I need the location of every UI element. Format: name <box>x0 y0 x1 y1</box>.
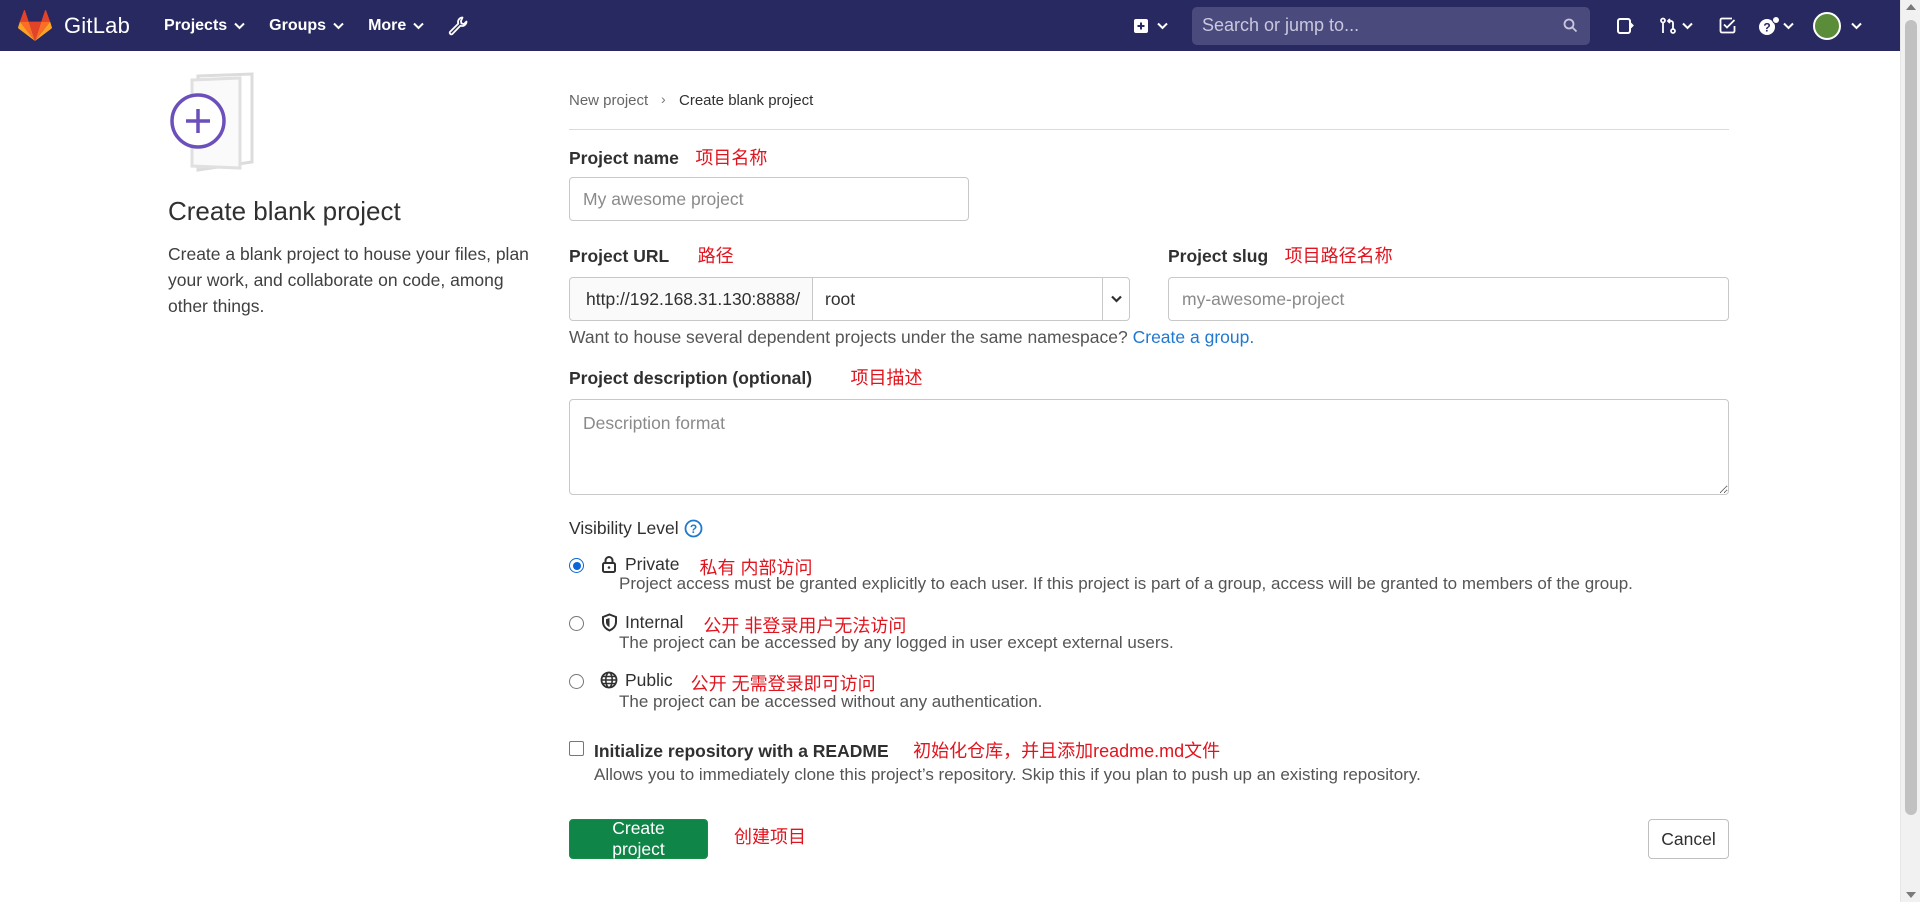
create-project-button[interactable]: Create project <box>569 818 708 859</box>
merge-request-icon <box>1660 17 1676 34</box>
nav-more-dropdown[interactable]: More <box>356 0 436 51</box>
initialize-readme-description: Allows you to immediately clone this pro… <box>594 765 1421 784</box>
chevron-down-icon <box>1110 295 1122 303</box>
project-slug-input[interactable] <box>1168 277 1729 321</box>
global-search[interactable] <box>1192 6 1590 45</box>
nav-projects-label: Projects <box>164 16 228 34</box>
help-circle-icon[interactable]: ? <box>684 519 703 538</box>
nav-groups-label: Groups <box>269 16 327 34</box>
scrollbar-thumb[interactable] <box>1905 20 1917 815</box>
nav-groups-dropdown[interactable]: Groups <box>257 0 356 51</box>
page-title: Create blank project <box>168 196 401 226</box>
visibility-level-group: Visibility Level ? <box>569 518 703 539</box>
user-menu-dropdown[interactable] <box>1802 0 1872 51</box>
breadcrumb-separator-icon: › <box>661 91 666 107</box>
project-name-input[interactable] <box>569 177 969 221</box>
breadcrumb-current: Create blank project <box>679 92 814 109</box>
chevron-down-icon <box>1850 22 1862 29</box>
namespace-select[interactable]: root <box>813 277 1103 321</box>
breadcrumb: New project › Create blank project <box>569 70 1729 130</box>
visibility-public-description: The project can be accessed without any … <box>619 692 1043 711</box>
project-slug-group: Project slug 项目路径名称 <box>1168 242 1393 268</box>
chevron-down-icon <box>413 22 425 29</box>
project-name-annotation: 项目名称 <box>695 148 768 168</box>
project-slug-annotation: 项目路径名称 <box>1284 246 1393 266</box>
search-input[interactable] <box>1202 15 1580 36</box>
svg-text:?: ? <box>689 522 696 536</box>
namespace-hint: Want to house several dependent projects… <box>569 327 1254 348</box>
issues-button[interactable] <box>1602 0 1648 51</box>
namespace-dropdown-toggle[interactable] <box>1102 277 1130 321</box>
namespace-hint-text: Want to house several dependent projects… <box>569 327 1128 347</box>
visibility-private-label: Private <box>625 554 680 574</box>
lock-icon <box>600 554 618 574</box>
todo-check-icon <box>1719 17 1735 34</box>
project-description-label: Project description (optional) <box>569 368 813 388</box>
blank-project-illustration-icon <box>168 70 272 174</box>
gitlab-logo[interactable]: GitLab <box>18 0 130 51</box>
svg-text:?: ? <box>1763 20 1770 34</box>
chevron-down-icon <box>1156 22 1168 29</box>
scroll-down-arrow-icon[interactable] <box>1906 892 1916 898</box>
visibility-level-label: Visibility Level <box>569 518 679 538</box>
nav-more-label: More <box>368 16 407 34</box>
project-slug-label: Project slug <box>1168 246 1269 266</box>
left-info-panel: Create blank project Create a blank proj… <box>168 70 538 319</box>
gitlab-tanuki-icon <box>18 9 52 41</box>
globe-icon <box>600 670 618 690</box>
scroll-up-arrow-icon[interactable] <box>1906 4 1916 10</box>
project-url-prefix: http://192.168.31.130:8888/ <box>569 277 813 321</box>
visibility-private-radio[interactable] <box>569 558 584 573</box>
page-description: Create a blank project to house your fil… <box>168 244 529 316</box>
initialize-readme-label[interactable]: Initialize repository with a README <box>594 741 889 762</box>
breadcrumb-new-project-link[interactable]: New project <box>569 92 648 109</box>
chevron-down-icon <box>333 22 344 29</box>
project-url-group: Project URL 路径 <box>569 242 734 268</box>
project-description-textarea[interactable] <box>569 399 1729 495</box>
search-icon <box>1563 18 1578 38</box>
chevron-down-icon <box>1783 22 1794 29</box>
chevron-down-icon <box>234 22 245 29</box>
visibility-internal-description: The project can be accessed by any logge… <box>619 633 1174 652</box>
create-project-annotation: 创建项目 <box>734 827 806 847</box>
initialize-readme-checkbox[interactable] <box>569 741 584 756</box>
project-url-label: Project URL <box>569 246 670 266</box>
page-scrollbar[interactable] <box>1900 0 1920 902</box>
help-dropdown[interactable]: ? <box>1750 0 1802 51</box>
project-description-annotation: 项目描述 <box>850 368 923 388</box>
nav-projects-dropdown[interactable]: Projects <box>152 0 257 51</box>
avatar <box>1812 11 1841 40</box>
wrench-icon <box>449 16 468 35</box>
admin-wrench-button[interactable] <box>444 12 472 40</box>
plus-square-icon <box>1133 18 1148 33</box>
initialize-readme-group: Initialize repository with a README 初始化仓… <box>594 737 1220 763</box>
visibility-public-radio[interactable] <box>569 674 584 689</box>
visibility-internal-label: Internal <box>625 612 684 632</box>
visibility-internal-radio[interactable] <box>569 616 584 631</box>
visibility-private-description: Project access must be granted explicitl… <box>619 574 1633 593</box>
visibility-public-label: Public <box>625 670 673 690</box>
project-description-group: Project description (optional) 项目描述 <box>569 364 923 390</box>
help-question-icon: ? <box>1759 15 1780 35</box>
initialize-readme-annotation: 初始化仓库，并且添加readme.md文件 <box>913 741 1221 761</box>
project-name-group: Project name 项目名称 <box>569 144 767 170</box>
new-item-dropdown[interactable] <box>1120 18 1180 34</box>
shield-icon <box>600 612 618 632</box>
issues-icon <box>1617 17 1634 34</box>
top-navbar: GitLab Projects Groups More Search or ju… <box>0 0 1900 51</box>
todos-button[interactable] <box>1704 0 1750 51</box>
navbar-right-group: ? <box>1120 0 1900 51</box>
brand-name: GitLab <box>64 12 131 38</box>
project-name-label: Project name <box>569 148 679 168</box>
create-group-link[interactable]: Create a group. <box>1133 327 1255 347</box>
project-url-annotation: 路径 <box>697 246 734 266</box>
cancel-button[interactable]: Cancel <box>1648 819 1729 859</box>
merge-requests-button[interactable] <box>1648 0 1704 51</box>
chevron-down-icon <box>1682 22 1693 29</box>
